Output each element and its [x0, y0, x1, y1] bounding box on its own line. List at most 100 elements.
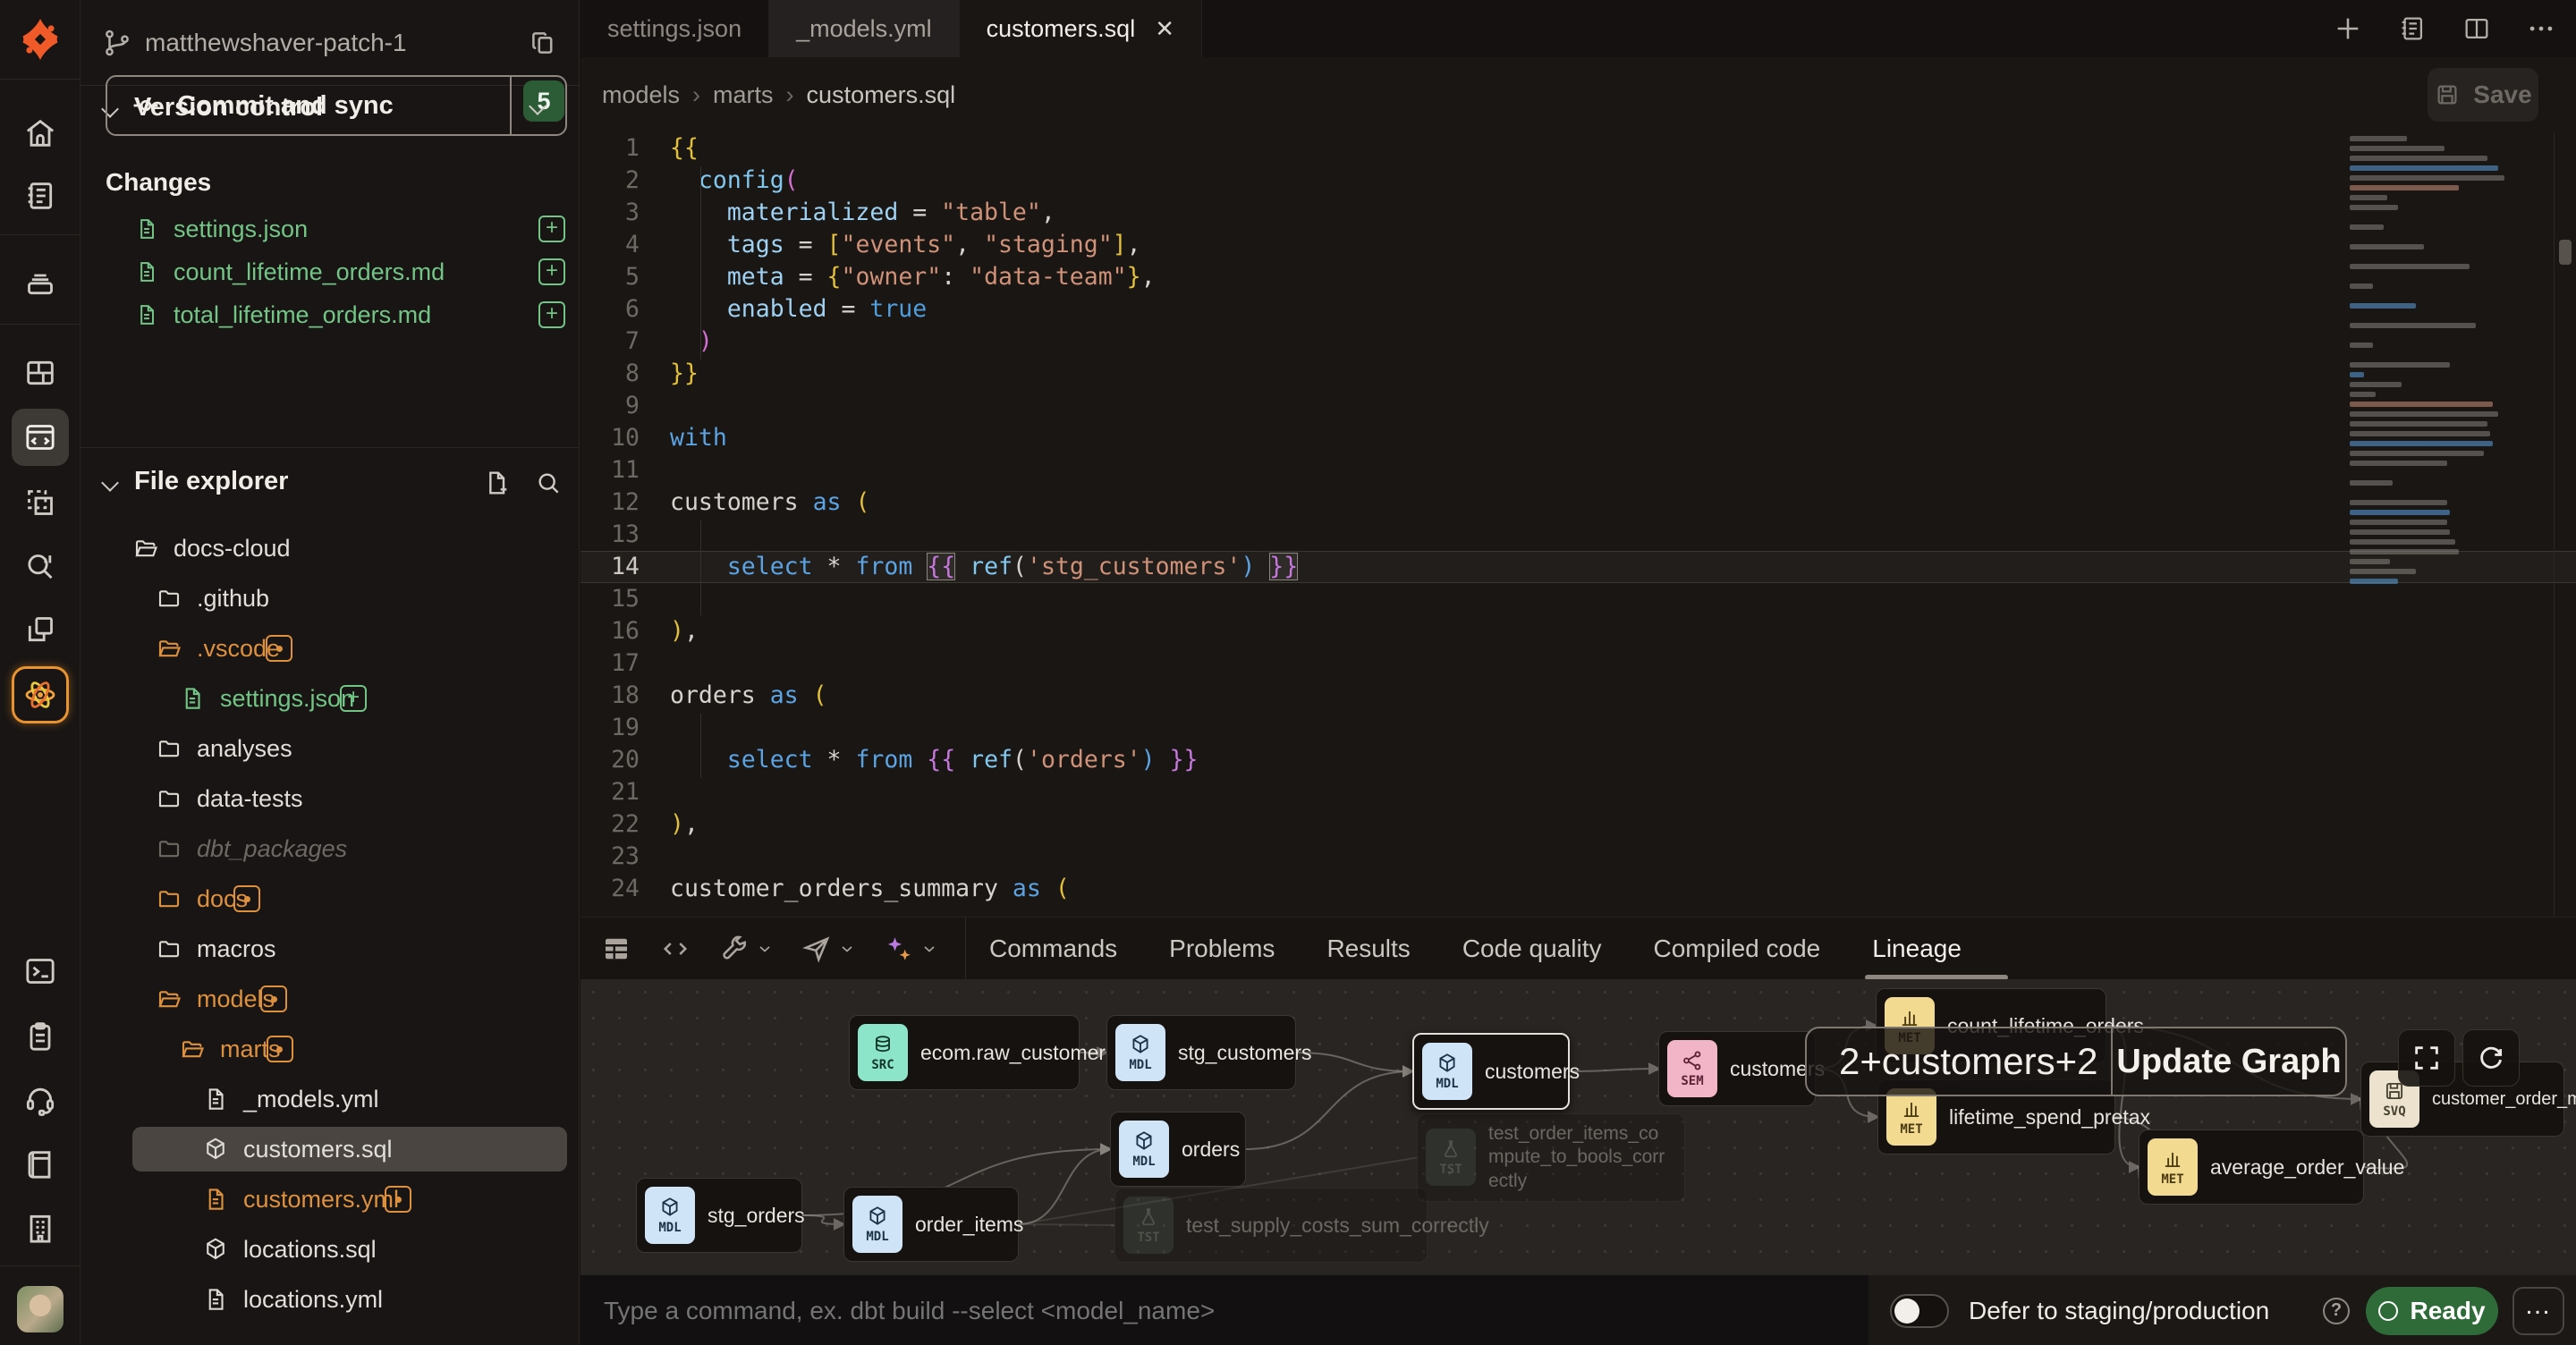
code-line-12[interactable]: 12customers as (: [580, 486, 2576, 519]
stage-plus-icon[interactable]: [538, 301, 565, 328]
lineage-node-csem[interactable]: SEMcustomers: [1658, 1031, 1816, 1106]
code-line-22[interactable]: 22),: [580, 808, 2576, 841]
select-area-icon[interactable]: [12, 474, 69, 531]
headset-icon[interactable]: [12, 1070, 69, 1128]
dbt-logo-icon[interactable]: [17, 16, 64, 63]
tree-item-macros[interactable]: macros: [80, 926, 580, 972]
tree-item-data-tests[interactable]: data-tests: [80, 775, 580, 822]
breadcrumb[interactable]: models› marts› customers.sql: [602, 81, 955, 109]
save-button[interactable]: Save: [2428, 68, 2538, 122]
notebook-icon[interactable]: [12, 167, 69, 224]
tab--models-yml[interactable]: _models.yml: [769, 0, 960, 57]
lineage-node-stgc[interactable]: MDLstg_customers: [1106, 1015, 1296, 1090]
tree-item--models-yml[interactable]: _models.yml: [80, 1076, 580, 1122]
clipboard-icon[interactable]: [12, 1008, 69, 1065]
new-tab-icon[interactable]: [2333, 13, 2363, 44]
building-icon[interactable]: [12, 1200, 69, 1257]
search-files-icon[interactable]: [534, 469, 563, 502]
tree-item-analyses[interactable]: analyses: [80, 725, 580, 772]
panel-tab-code-quality[interactable]: Code quality: [1462, 935, 1602, 963]
code-line-19[interactable]: 19: [580, 712, 2576, 744]
lineage-node-cust[interactable]: MDLcustomers: [1412, 1033, 1570, 1110]
update-graph-button[interactable]: Update Graph: [2111, 1028, 2345, 1095]
more-actions-icon[interactable]: [2526, 13, 2556, 44]
tree-item-docs[interactable]: docs: [80, 876, 580, 922]
tab-customers-sql[interactable]: customers.sql✕: [960, 0, 1202, 57]
windows-icon[interactable]: [12, 601, 69, 658]
branch-selector[interactable]: matthewshaver-patch-1: [80, 0, 580, 86]
code-line-16[interactable]: 16),: [580, 615, 2576, 647]
code-line-21[interactable]: 21: [580, 776, 2576, 808]
notebook-icon[interactable]: [2397, 13, 2428, 44]
lineage-node-ord[interactable]: MDLorders: [1110, 1112, 1246, 1187]
code-editor[interactable]: 1{{2 config(3 materialized = "table",4 t…: [580, 132, 2576, 917]
code-line-9[interactable]: 9: [580, 390, 2576, 422]
code-line-15[interactable]: 15: [580, 583, 2576, 615]
code-line-20[interactable]: 20 select * from {{ ref('orders') }}: [580, 744, 2576, 776]
search-insights-icon[interactable]: [12, 537, 69, 594]
tree-item-customers-sql[interactable]: customers.sql: [80, 1126, 580, 1172]
editor-scrollbar[interactable]: [2554, 132, 2576, 917]
code-line-6[interactable]: 6 enabled = true: [580, 293, 2576, 326]
lineage-node-raw[interactable]: SRCecom.raw_customers: [849, 1015, 1080, 1090]
code-line-14[interactable]: 14 select * from {{ ref('stg_customers')…: [580, 551, 2576, 583]
defer-toggle[interactable]: [1890, 1294, 1949, 1328]
refresh-graph-button[interactable]: [2462, 1029, 2520, 1087]
code-line-17[interactable]: 17: [580, 647, 2576, 680]
command-more-button[interactable]: …: [2512, 1287, 2564, 1335]
table-icon[interactable]: [600, 933, 632, 965]
change-item[interactable]: count_lifetime_orders.md: [80, 250, 580, 293]
file-explorer-header[interactable]: File explorer: [102, 467, 288, 496]
panel-tab-commands[interactable]: Commands: [989, 935, 1117, 963]
lineage-selector-input[interactable]: 2+customers+2: [1807, 1028, 2111, 1095]
change-item[interactable]: total_lifetime_orders.md: [80, 293, 580, 336]
panel-tab-problems[interactable]: Problems: [1169, 935, 1275, 963]
copy-icon[interactable]: [528, 28, 558, 58]
tree-item--vscode[interactable]: .vscode: [80, 625, 580, 672]
commit-and-sync-button[interactable]: Commit and sync: [106, 75, 567, 136]
code-line-3[interactable]: 3 materialized = "table",: [580, 197, 2576, 229]
user-avatar[interactable]: [17, 1286, 64, 1332]
lineage-canvas[interactable]: SRCecom.raw_customers MDLstg_customers MDL…: [580, 979, 2576, 1274]
status-badge[interactable]: Ready: [2366, 1287, 2498, 1335]
code-line-23[interactable]: 23: [580, 841, 2576, 873]
split-editor-icon[interactable]: [2462, 13, 2492, 44]
close-tab-icon[interactable]: ✕: [1155, 15, 1174, 43]
code-line-1[interactable]: 1{{: [580, 132, 2576, 165]
lineage-node-torder[interactable]: TSTtest_order_items_compute_to_bools_cor…: [1417, 1113, 1685, 1202]
panel-tab-compiled-code[interactable]: Compiled code: [1653, 935, 1820, 963]
code-slash-icon[interactable]: [659, 933, 691, 965]
stage-plus-icon[interactable]: [538, 216, 565, 242]
minimap[interactable]: [2341, 136, 2548, 637]
lineage-node-stgo[interactable]: MDLstg_orders: [636, 1178, 802, 1253]
fullscreen-button[interactable]: [2398, 1029, 2455, 1087]
tree-item-marts[interactable]: marts: [80, 1026, 580, 1072]
send-icon[interactable]: [801, 933, 856, 965]
tree-item-customers-yml[interactable]: customers.yml: [80, 1176, 580, 1222]
sparkle-icon[interactable]: [883, 933, 938, 965]
code-line-18[interactable]: 18orders as (: [580, 680, 2576, 712]
panel-tab-lineage[interactable]: Lineage: [1872, 935, 1962, 963]
tree-item-dbt-packages[interactable]: dbt_packages: [80, 825, 580, 872]
stage-plus-icon[interactable]: [538, 258, 565, 285]
tree-item-settings-json[interactable]: settings.json: [80, 675, 580, 722]
book-icon[interactable]: [12, 1136, 69, 1193]
new-file-icon[interactable]: [482, 469, 511, 502]
code-line-24[interactable]: 24customer_orders_summary as (: [580, 873, 2576, 905]
code-line-10[interactable]: 10with: [580, 422, 2576, 454]
wrench-icon[interactable]: [718, 933, 774, 965]
lineage-node-oi[interactable]: MDLorder_items: [843, 1187, 1019, 1262]
code-line-13[interactable]: 13: [580, 519, 2576, 551]
panel-tab-results[interactable]: Results: [1326, 935, 1410, 963]
tray-icon[interactable]: [12, 254, 69, 311]
code-line-5[interactable]: 5 meta = {"owner": "data-team"},: [580, 261, 2576, 293]
code-line-8[interactable]: 8}}: [580, 358, 2576, 390]
change-item[interactable]: settings.json: [80, 207, 580, 250]
tree-item-locations-sql[interactable]: locations.sql: [80, 1226, 580, 1273]
tree-item-locations-yml[interactable]: locations.yml: [80, 1276, 580, 1323]
lineage-node-aov[interactable]: METaverage_order_value: [2139, 1129, 2364, 1205]
command-input[interactable]: [580, 1275, 1868, 1345]
dashboard-icon[interactable]: [12, 344, 69, 402]
help-icon[interactable]: ?: [2323, 1298, 2350, 1324]
code-line-2[interactable]: 2 config(: [580, 165, 2576, 197]
